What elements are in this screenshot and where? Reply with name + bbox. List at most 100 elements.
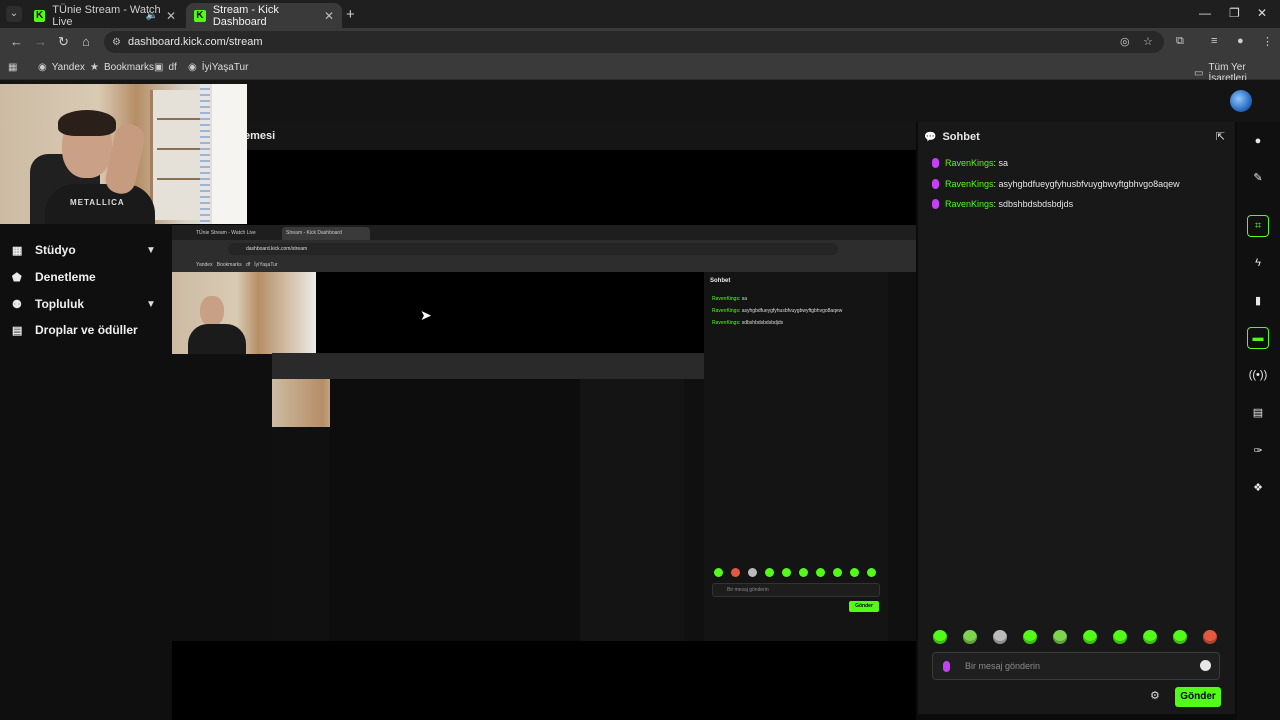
menu-kebab-icon[interactable]: ⋮ bbox=[1262, 35, 1273, 48]
tab-watch-live[interactable]: K TÜnie Stream - Watch Live 🔈 ✕ bbox=[26, 3, 184, 28]
nested-chat-user: RavenKings bbox=[712, 308, 739, 314]
bookmark-star-icon[interactable]: ☆ bbox=[1143, 35, 1153, 48]
emote-icon[interactable] bbox=[993, 630, 1007, 644]
chat-icon[interactable]: ▬ bbox=[1247, 327, 1269, 349]
tab-search-button[interactable]: ⌄ bbox=[6, 6, 22, 22]
wrench-icon[interactable]: ✑ bbox=[1247, 439, 1269, 461]
tab-label: Stream - Kick Dashboard bbox=[212, 3, 279, 28]
nested-tab: TÜnie Stream - Watch Live bbox=[192, 227, 280, 240]
sidebar-item-label: Denetleme bbox=[35, 270, 96, 284]
nested-chat-input: Bir mesaj gönderin bbox=[712, 583, 880, 597]
star-icon: ★ bbox=[90, 62, 99, 73]
chat-text: sa bbox=[998, 158, 1009, 168]
nested-webcam-head bbox=[200, 296, 224, 326]
back-icon[interactable]: ← bbox=[10, 34, 23, 49]
extensions-icon[interactable]: ⧉ bbox=[1176, 35, 1184, 48]
chat-text: asyhgbdfueygfyhusbfvuygbwyftgbhvgo8aqew bbox=[998, 179, 1180, 189]
bookmark-label: Bookmarks bbox=[103, 62, 154, 73]
emote-icon[interactable] bbox=[1053, 630, 1067, 644]
bookmark-yandex[interactable]: ◉ Yandex bbox=[38, 62, 85, 73]
eye-off-icon[interactable]: ◎ bbox=[1120, 35, 1130, 48]
lightning-icon[interactable]: ϟ bbox=[1247, 252, 1269, 274]
globe-icon: ◉ bbox=[38, 62, 47, 73]
close-tab-icon[interactable]: ✕ bbox=[166, 9, 176, 23]
deeper-stream bbox=[330, 379, 580, 641]
nested-chat-text: sdbshbdsbdsbdjds bbox=[741, 320, 784, 326]
reload-icon[interactable]: ↻ bbox=[58, 34, 69, 50]
emote-icon[interactable] bbox=[1083, 630, 1097, 644]
nested-emote bbox=[765, 568, 774, 577]
nested-bookmark-label: df bbox=[245, 262, 251, 268]
stream-title-partial: emesi bbox=[244, 130, 276, 142]
nested-chat-user: RavenKings bbox=[712, 320, 739, 326]
new-tab-button[interactable]: + bbox=[346, 6, 355, 23]
nested-bookmark-label: Yandex bbox=[196, 262, 213, 268]
mic-badge-icon bbox=[932, 179, 939, 189]
bookmark-label: Yandex bbox=[51, 62, 85, 73]
sidebar-item-drops[interactable]: ▤ Droplar ve ödüller bbox=[12, 323, 138, 337]
tool-rail: ● ✎ ⌗ ϟ ▮ ▬ ((•)) ▤ ✑ ❖ bbox=[1237, 122, 1280, 720]
drops-icon: ▤ bbox=[12, 324, 23, 337]
apps-icon[interactable]: ▦ bbox=[8, 62, 17, 73]
nested-bookmarks-bar: Yandex Bookmarks df İyiYaşaTur bbox=[172, 258, 916, 271]
minimize-icon[interactable]: — bbox=[1199, 6, 1211, 20]
bookmark-folder[interactable]: ★ Bookmarks bbox=[90, 62, 154, 73]
emote-icon[interactable] bbox=[1113, 630, 1127, 644]
nested-screen-capture: TÜnie Stream - Watch Live Stream - Kick … bbox=[172, 225, 916, 641]
nested-webcam bbox=[172, 272, 316, 354]
emote-icon[interactable] bbox=[1203, 630, 1217, 644]
nested-browser-chrome: TÜnie Stream - Watch Live Stream - Kick … bbox=[172, 225, 916, 272]
chat-message: RavenKings: sa bbox=[932, 158, 1008, 168]
tab-kick-dashboard[interactable]: K Stream - Kick Dashboard ✕ bbox=[186, 3, 342, 28]
url-text: dashboard.kick.com/stream bbox=[128, 36, 263, 48]
kick-logo-icon: K bbox=[194, 9, 206, 22]
avatar[interactable] bbox=[1230, 90, 1252, 112]
chat-username[interactable]: RavenKings bbox=[945, 199, 994, 209]
stream-preview-header: emesi bbox=[172, 122, 916, 150]
close-tab-icon[interactable]: ✕ bbox=[324, 9, 334, 23]
chat-settings-icon[interactable]: ⚙ bbox=[1150, 689, 1160, 702]
nested-tab-label: TÜnie Stream - Watch Live bbox=[196, 230, 256, 236]
emote-icon[interactable] bbox=[933, 630, 947, 644]
emote-icon[interactable] bbox=[1143, 630, 1157, 644]
sidebar-item-moderation[interactable]: ⬟ Denetleme bbox=[12, 270, 96, 284]
nested-chat-message: RavenKings: sa bbox=[712, 296, 748, 302]
emote-icon[interactable] bbox=[963, 630, 977, 644]
info-icon[interactable]: ● bbox=[1247, 130, 1269, 152]
site-info-icon[interactable]: ⚙ bbox=[112, 37, 121, 48]
emoji-picker-icon[interactable] bbox=[1200, 660, 1211, 671]
nested-emote bbox=[816, 568, 825, 577]
url-field[interactable]: ⚙ dashboard.kick.com/stream bbox=[104, 31, 1164, 53]
emote-icon[interactable] bbox=[1023, 630, 1037, 644]
monitor-icon[interactable]: ▤ bbox=[1247, 401, 1269, 423]
chat-username[interactable]: RavenKings bbox=[945, 179, 994, 189]
nested-chat-message: RavenKings: asyhgbdfueygfyhusbfvuygbwyft… bbox=[712, 308, 843, 314]
media-icon[interactable]: ≡ bbox=[1211, 35, 1217, 47]
chat-username[interactable]: RavenKings bbox=[945, 158, 994, 168]
bookmark-df[interactable]: ▣ df bbox=[154, 62, 177, 73]
bookmark-iyiyasatur[interactable]: ◉ İyiYaşaTur bbox=[188, 62, 248, 73]
puzzle-icon[interactable]: ❖ bbox=[1247, 476, 1269, 498]
nested-send-button: Gönder bbox=[849, 601, 879, 612]
broadcast-icon[interactable]: ((•)) bbox=[1247, 364, 1269, 386]
globe-icon: ◉ bbox=[188, 62, 197, 73]
forward-icon[interactable]: → bbox=[34, 34, 47, 49]
chat-message-input[interactable]: Bir mesaj gönderin bbox=[932, 652, 1220, 680]
sidebar-item-studio[interactable]: ▦ Stüdyo ▼ bbox=[12, 243, 156, 257]
document-icon[interactable]: ▮ bbox=[1247, 289, 1269, 311]
profile-icon[interactable]: ● bbox=[1237, 35, 1244, 47]
emote-icon[interactable] bbox=[1173, 630, 1187, 644]
popout-icon[interactable]: ⇱ bbox=[1216, 130, 1225, 143]
restore-icon[interactable]: ❐ bbox=[1229, 6, 1240, 20]
nested-tabstrip: TÜnie Stream - Watch Live Stream - Kick … bbox=[172, 225, 916, 240]
sidebar-item-label: Droplar ve ödüller bbox=[35, 323, 138, 337]
sidebar-item-community[interactable]: ⚉ Topluluk ▼ bbox=[12, 297, 156, 311]
close-window-icon[interactable]: ✕ bbox=[1257, 6, 1267, 20]
focus-icon[interactable]: ⌗ bbox=[1247, 215, 1269, 237]
speaker-icon[interactable]: 🔈 bbox=[146, 10, 158, 21]
send-button[interactable]: Gönder bbox=[1175, 687, 1221, 707]
nested-rail bbox=[888, 272, 916, 641]
edit-icon[interactable]: ✎ bbox=[1247, 166, 1269, 188]
home-icon[interactable]: ⌂ bbox=[82, 34, 90, 49]
kick-logo-icon: K bbox=[34, 9, 46, 22]
